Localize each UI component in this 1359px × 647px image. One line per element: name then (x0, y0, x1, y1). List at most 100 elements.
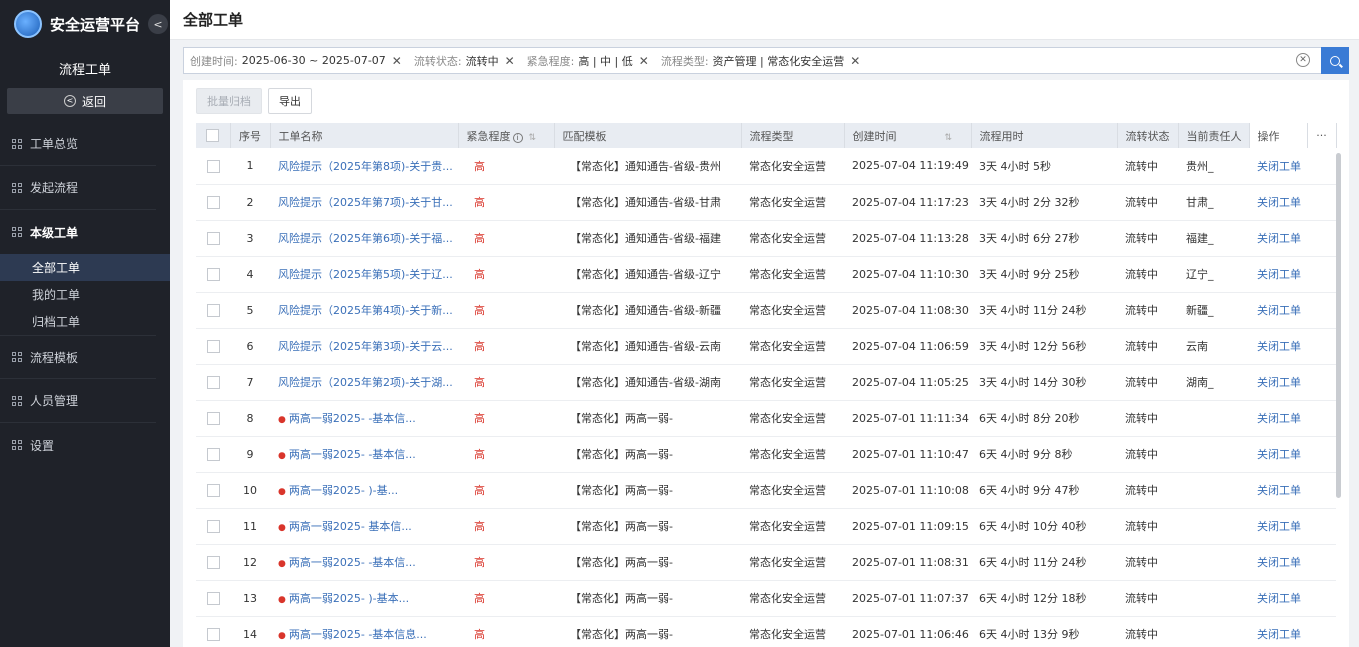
duration-cell: 6天 4小时 8分 20秒 (971, 400, 1117, 437)
table-row[interactable]: 6 风险提示（2025年第3项)-关于云... 高【常态化】通知通告-省级-云南 常态… (196, 328, 1336, 365)
search-button[interactable] (1321, 47, 1349, 74)
close-icon[interactable]: ✕ (639, 54, 649, 68)
back-button[interactable]: < 返回 (7, 88, 163, 114)
close-ticket-link[interactable]: 关闭工单 (1249, 220, 1307, 257)
row-checkbox[interactable] (206, 339, 220, 353)
sidebar-item-label: 发起流程 (30, 181, 79, 195)
close-ticket-link[interactable]: 关闭工单 (1249, 580, 1307, 617)
sidebar-item-personnel[interactable]: 人员管理 (0, 379, 156, 423)
close-icon[interactable]: ✕ (392, 54, 402, 68)
table-row[interactable]: 14 ● 两高一弱2025- -基本信息... 高【常态化】两高一弱- 常态化安全运营 2… (196, 616, 1336, 647)
table-row[interactable]: 7 风险提示（2025年第2项)-关于湖... 高【常态化】通知通告-省级-湖南 常态… (196, 364, 1336, 401)
sidebar-item-overview[interactable]: 工单总览 (0, 122, 156, 166)
export-button[interactable]: 导出 (268, 88, 312, 114)
row-checkbox[interactable] (206, 195, 220, 209)
ticket-name-link[interactable]: 风险提示（2025年第3项)-关于云... (270, 328, 458, 365)
table-row[interactable]: 1 风险提示（2025年第8项)-关于贵... 高【常态化】通知通告-省级-贵州 常态… (196, 148, 1336, 185)
table-row[interactable]: 12 ● 两高一弱2025- -基本信... 高【常态化】两高一弱- 常态化安全运营 20… (196, 544, 1336, 581)
red-dot-icon: ● (278, 487, 286, 497)
column-header-urgency[interactable]: 紧急程度 i ⇅ (458, 123, 555, 148)
owner-cell (1178, 544, 1249, 581)
search-icon (1330, 55, 1340, 66)
duration-cell: 6天 4小时 12分 18秒 (971, 580, 1117, 617)
ticket-name-link[interactable]: 风险提示（2025年第7项)-关于甘... (270, 184, 458, 221)
table-row[interactable]: 11 ● 两高一弱2025- 基本信... 高【常态化】两高一弱- 常态化安全运营 202… (196, 508, 1336, 545)
row-checkbox[interactable] (206, 555, 220, 569)
batch-archive-button[interactable]: 批量归档 (196, 88, 262, 114)
close-ticket-link[interactable]: 关闭工单 (1249, 328, 1307, 365)
close-ticket-link[interactable]: 关闭工单 (1249, 616, 1307, 647)
ticket-name-link[interactable]: 风险提示（2025年第5项)-关于辽... (270, 256, 458, 293)
chevron-left-icon[interactable]: < (148, 14, 168, 34)
ticket-name-link[interactable]: ● 两高一弱2025- -基本信... (270, 544, 458, 581)
close-ticket-link[interactable]: 关闭工单 (1249, 292, 1307, 329)
table-row[interactable]: 9 ● 两高一弱2025- -基本信... 高【常态化】两高一弱- 常态化安全运营 202… (196, 436, 1336, 473)
row-checkbox[interactable] (206, 627, 220, 641)
close-ticket-link[interactable]: 关闭工单 (1249, 544, 1307, 581)
table-row[interactable]: 8 ● 两高一弱2025- -基本信... 高【常态化】两高一弱- 常态化安全运营 202… (196, 400, 1336, 437)
sidebar-sub-my-tickets[interactable]: 我的工单 (0, 281, 170, 308)
sidebar-item-templates[interactable]: 流程模板 (0, 335, 156, 379)
close-ticket-link[interactable]: 关闭工单 (1249, 364, 1307, 401)
row-checkbox-cell (196, 220, 230, 257)
table-row[interactable]: 13 ● 两高一弱2025- )-基本... 高【常态化】两高一弱- 常态化安全运营 20… (196, 580, 1336, 617)
owner-cell: 甘肃_ (1178, 184, 1249, 221)
row-number: 11 (230, 508, 270, 545)
ticket-name-link[interactable]: ● 两高一弱2025- )-基本... (270, 580, 458, 617)
sidebar-sub-archived-tickets[interactable]: 归档工单 (0, 308, 170, 335)
column-header-status: 流转状态 (1117, 123, 1179, 148)
back-label: 返回 (81, 94, 106, 109)
row-checkbox[interactable] (206, 375, 220, 389)
column-settings-icon[interactable]: ··· (1307, 123, 1337, 148)
sidebar-item-local-tickets[interactable]: 本级工单 (0, 210, 156, 254)
row-spacer (1307, 580, 1336, 617)
row-checkbox[interactable] (206, 267, 220, 281)
row-number: 1 (230, 148, 270, 185)
filter-bar[interactable]: 创建时间: 2025-06-30 ~ 2025-07-07 ✕ 流转状态: 流转… (183, 47, 1349, 74)
sidebar-sub-all-tickets[interactable]: 全部工单 (0, 254, 170, 281)
ticket-name-link[interactable]: ● 两高一弱2025- 基本信... (270, 508, 458, 545)
close-icon[interactable]: ✕ (505, 54, 515, 68)
table-row[interactable]: 3 风险提示（2025年第6项)-关于福... 高【常态化】通知通告-省级-福建 常态… (196, 220, 1336, 257)
close-ticket-link[interactable]: 关闭工单 (1249, 472, 1307, 509)
select-all-checkbox[interactable] (206, 129, 220, 143)
close-ticket-link[interactable]: 关闭工单 (1249, 508, 1307, 545)
ticket-name-link[interactable]: ● 两高一弱2025- -基本信... (270, 400, 458, 437)
close-ticket-link[interactable]: 关闭工单 (1249, 400, 1307, 437)
row-number: 9 (230, 436, 270, 473)
ticket-name-link[interactable]: ● 两高一弱2025- -基本信息... (270, 616, 458, 647)
ticket-name-link[interactable]: 风险提示（2025年第8项)-关于贵... (270, 148, 458, 185)
table-row[interactable]: 10 ● 两高一弱2025- )-基... 高【常态化】两高一弱- 常态化安全运营 202… (196, 472, 1336, 509)
clear-all-icon[interactable]: ✕ (1296, 53, 1310, 67)
table-row[interactable]: 5 风险提示（2025年第4项)-关于新... 高【常态化】通知通告-省级-新疆 常态… (196, 292, 1336, 329)
ticket-name-link[interactable]: ● 两高一弱2025- -基本信... (270, 436, 458, 473)
close-ticket-link[interactable]: 关闭工单 (1249, 256, 1307, 293)
status-cell: 流转中 (1117, 436, 1178, 473)
row-checkbox[interactable] (206, 519, 220, 533)
sidebar-item-settings[interactable]: 设置 (0, 423, 156, 467)
table-row[interactable]: 2 风险提示（2025年第7项)-关于甘... 高【常态化】通知通告-省级-甘肃 常态… (196, 184, 1336, 221)
row-checkbox[interactable] (206, 483, 220, 497)
grid-icon (12, 182, 22, 193)
close-ticket-link[interactable]: 关闭工单 (1249, 436, 1307, 473)
vertical-scrollbar[interactable] (1336, 153, 1341, 498)
ticket-name-link[interactable]: 风险提示（2025年第6项)-关于福... (270, 220, 458, 257)
row-checkbox[interactable] (206, 231, 220, 245)
ticket-name-link[interactable]: 风险提示（2025年第4项)-关于新... (270, 292, 458, 329)
sidebar-item-start-flow[interactable]: 发起流程 (0, 166, 156, 210)
table-row[interactable]: 4 风险提示（2025年第5项)-关于辽... 高【常态化】通知通告-省级-辽宁 常态… (196, 256, 1336, 293)
row-checkbox[interactable] (206, 159, 220, 173)
close-ticket-link[interactable]: 关闭工单 (1249, 148, 1307, 185)
close-ticket-link[interactable]: 关闭工单 (1249, 184, 1307, 221)
row-checkbox[interactable] (206, 591, 220, 605)
row-checkbox[interactable] (206, 303, 220, 317)
row-checkbox[interactable] (206, 447, 220, 461)
column-header-action: 操作 (1249, 123, 1308, 148)
row-checkbox[interactable] (206, 411, 220, 425)
ticket-name-link[interactable]: 风险提示（2025年第2项)-关于湖... (270, 364, 458, 401)
column-header-created[interactable]: 创建时间 ⇅ (844, 123, 972, 148)
close-icon[interactable]: ✕ (850, 54, 860, 68)
row-spacer (1307, 544, 1336, 581)
ticket-name-link[interactable]: ● 两高一弱2025- )-基... (270, 472, 458, 509)
row-number: 5 (230, 292, 270, 329)
